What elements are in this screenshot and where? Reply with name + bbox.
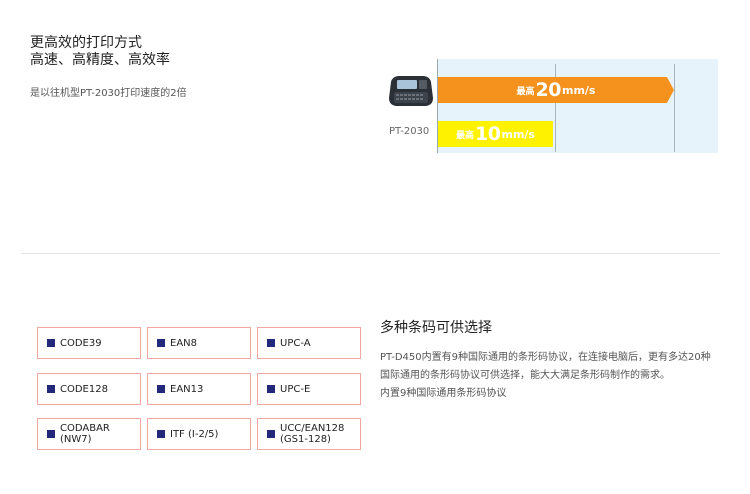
barcode-name: EAN8 xyxy=(170,337,198,349)
barcode-name: UPC-E xyxy=(280,383,311,395)
bullet-square-icon xyxy=(47,430,55,438)
barcode-name: ITF (I-2/5) xyxy=(170,428,219,440)
device-label: PT-2030 xyxy=(389,126,430,137)
bullet-square-icon xyxy=(157,339,165,347)
speed-heading: 更高效的打印方式 高速、高精度、高效率 xyxy=(30,35,170,69)
bullet-square-icon xyxy=(157,430,165,438)
section-divider xyxy=(21,253,720,254)
barcode-item: CODABAR (NW7) xyxy=(37,418,141,450)
bar-new-model-prefix: 最高 xyxy=(516,86,535,97)
barcode-item: UPC-A xyxy=(257,327,361,359)
bar-pt-2030-value: 10 xyxy=(475,123,501,145)
speed-note: 是以往机型PT-2030打印速度的2倍 xyxy=(30,88,187,99)
speed-heading-line2: 高速、高精度、高效率 xyxy=(30,52,170,68)
barcode-description: PT-D450内置有9种国际通用的条形码协议，在连接电脑后，更有多达20种 国际… xyxy=(380,349,730,403)
barcode-desc-line2: 国际通用的条形码协议可供选择，能大大满足条形码制作的需求。 xyxy=(380,370,670,381)
bullet-square-icon xyxy=(157,385,165,393)
barcode-name: CODE128 xyxy=(60,383,108,395)
barcode-name: CODE39 xyxy=(60,337,102,349)
bullet-square-icon xyxy=(267,339,275,347)
speed-heading-line1: 更高效的打印方式 xyxy=(30,35,142,51)
chart-gridline xyxy=(674,64,675,152)
barcode-item: ITF (I-2/5) xyxy=(147,418,251,450)
barcode-item: UCC/EAN128 (GS1-128) xyxy=(257,418,361,450)
bullet-square-icon xyxy=(47,339,55,347)
bar-new-model: 最高 20 mm/s xyxy=(438,77,674,103)
bullet-square-icon xyxy=(267,385,275,393)
barcode-name: UPC-A xyxy=(280,337,311,349)
barcode-item: CODE128 xyxy=(37,373,141,405)
bar-pt-2030-prefix: 最高 xyxy=(456,130,475,141)
barcode-name: UCC/EAN128 xyxy=(280,423,345,434)
bullet-square-icon xyxy=(267,430,275,438)
barcode-name: CODABAR (NW7) xyxy=(60,423,110,445)
bar-new-model-unit: mm/s xyxy=(561,83,596,97)
barcode-desc-line1: PT-D450内置有9种国际通用的条形码协议，在连接电脑后，更有多达20种 xyxy=(380,352,711,363)
bar-pt-2030: 最高 10 mm/s xyxy=(438,121,553,147)
barcode-item: EAN13 xyxy=(147,373,251,405)
bar-new-model-value: 20 xyxy=(535,79,562,101)
barcode-item: CODE39 xyxy=(37,327,141,359)
barcode-item: EAN8 xyxy=(147,327,251,359)
barcode-item: UPC-E xyxy=(257,373,361,405)
barcode-heading: 多种条码可供选择 xyxy=(380,320,492,336)
label-printer-icon xyxy=(389,76,433,106)
barcode-name-line2: (GS1-128) xyxy=(280,434,331,445)
bar-pt-2030-unit: mm/s xyxy=(501,127,535,141)
barcode-name: EAN13 xyxy=(170,383,204,395)
bullet-square-icon xyxy=(47,385,55,393)
barcode-desc-line3: 内置9种国际通用条形码协议 xyxy=(380,388,507,399)
